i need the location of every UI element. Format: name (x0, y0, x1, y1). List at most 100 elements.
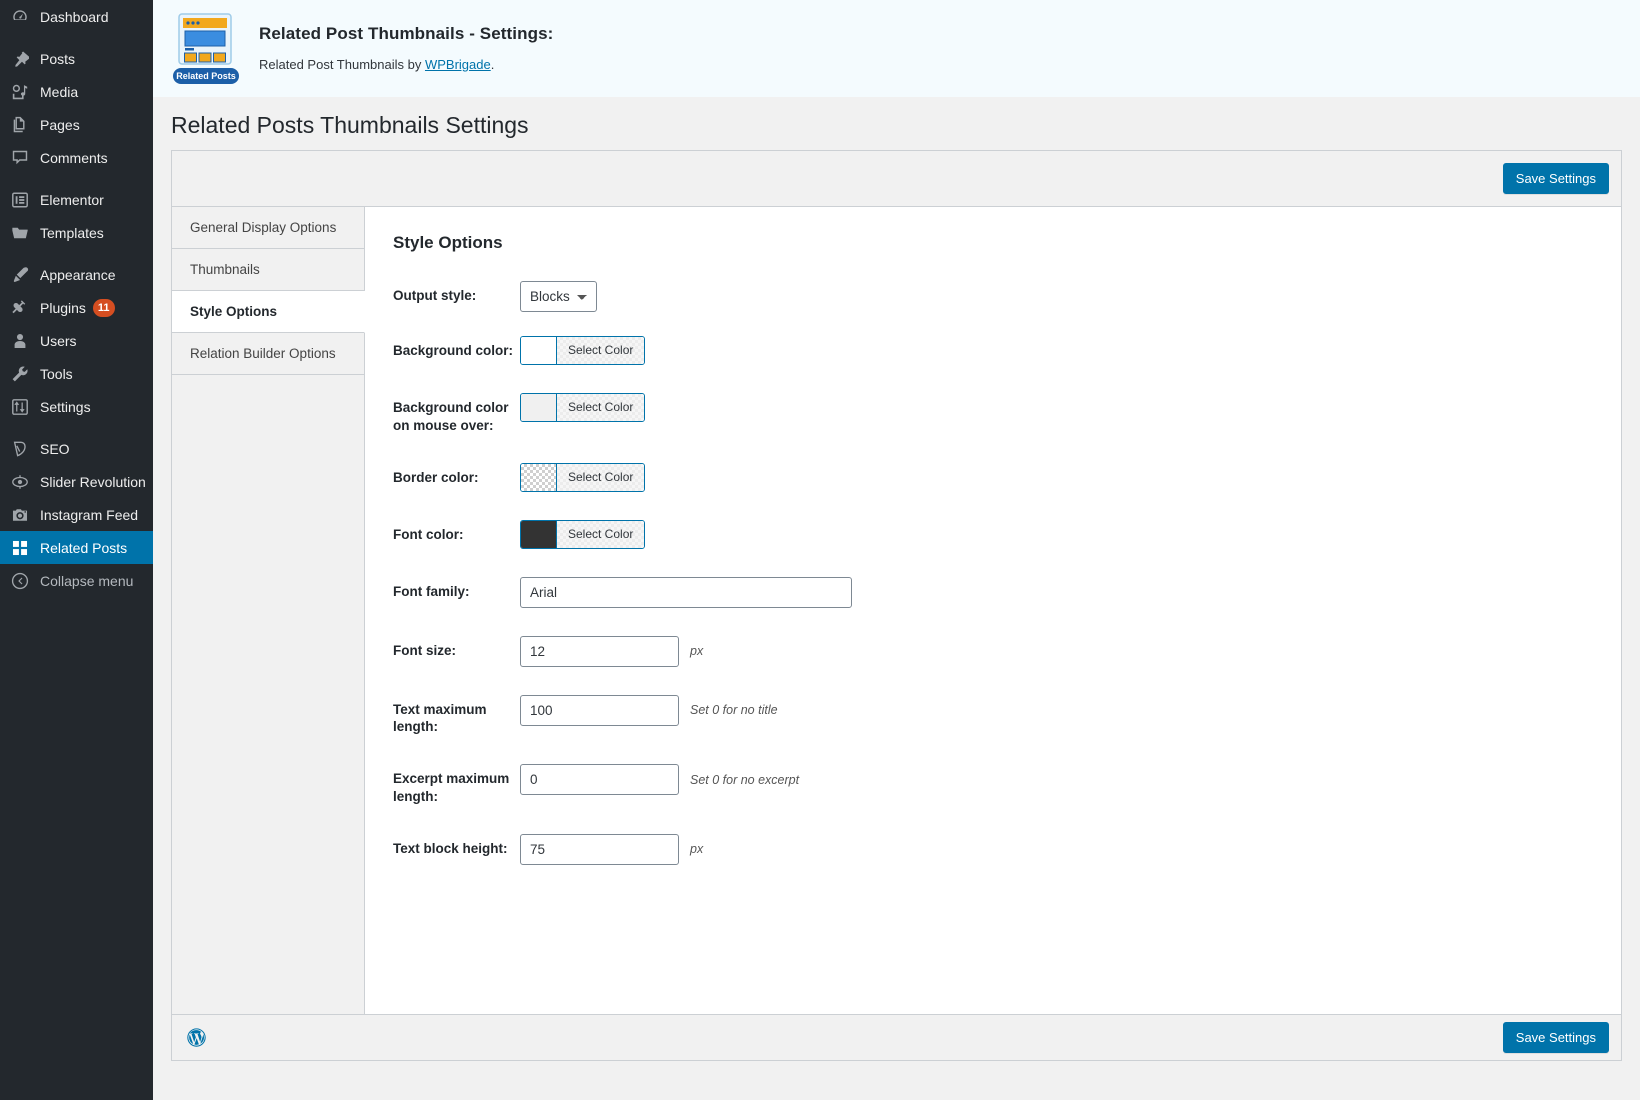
font-size-label: Font size: (393, 642, 456, 658)
font-color-picker[interactable]: Select Color (520, 519, 646, 549)
background-color-swatch (521, 336, 557, 364)
font-family-input[interactable] (520, 576, 852, 608)
user-icon (9, 330, 31, 352)
plugin-banner: Related Posts Related Post Thumbnails - … (153, 0, 1640, 97)
sidebar-item-seo[interactable]: SEO (0, 432, 153, 465)
sidebar-separator (0, 33, 153, 42)
folder-icon (9, 222, 31, 244)
sidebar-item-posts[interactable]: Posts (0, 42, 153, 75)
camera-icon (9, 504, 31, 526)
sidebar-item-templates[interactable]: Templates (0, 216, 153, 249)
text-block-height-unit: px (690, 842, 704, 857)
field-row-font-color: Font color: Select Color (393, 519, 1621, 549)
sidebar-item-dashboard[interactable]: Dashboard (0, 0, 153, 33)
collapse-menu-label: Collapse menu (40, 572, 134, 589)
save-settings-button-top[interactable]: Save Settings (1502, 162, 1609, 195)
plugin-subtitle-suffix: . (490, 57, 495, 72)
section-title: Style Options (393, 232, 503, 252)
wordpress-logo-icon (186, 1027, 207, 1048)
sidebar-item-label: SEO (40, 440, 70, 457)
sliders-icon (9, 396, 31, 418)
sidebar-item-comments[interactable]: Comments (0, 141, 153, 174)
background-color-hover-label: Background color on mouse over: (393, 399, 509, 433)
main-content: Related Posts Related Post Thumbnails - … (153, 0, 1640, 1100)
yoast-icon (9, 438, 31, 460)
brush-icon (9, 264, 31, 286)
dashboard-icon (9, 6, 31, 28)
background-color-hover-picker[interactable]: Select Color (520, 392, 646, 422)
save-settings-button-bottom[interactable]: Save Settings (1502, 1021, 1609, 1054)
sidebar-item-label: Media (40, 83, 79, 100)
bottom-spacer (153, 1061, 1640, 1083)
field-row-font-size: Font size: px (393, 635, 1621, 667)
background-color-picker[interactable]: Select Color (520, 335, 646, 365)
text-max-length-hint: Set 0 for no title (690, 703, 778, 718)
sidebar-item-label: Pages (40, 116, 80, 133)
field-row-output-style: Output style: BlocksListTable (393, 280, 1621, 312)
excerpt-max-length-hint: Set 0 for no excerpt (690, 772, 800, 787)
sidebar-item-pages[interactable]: Pages (0, 108, 153, 141)
text-max-length-input[interactable] (520, 694, 679, 726)
text-max-length-label: Text maximum length: (393, 701, 487, 735)
tab-relation-builder-options[interactable]: Relation Builder Options (172, 332, 364, 375)
elementor-icon (9, 189, 31, 211)
media-icon (9, 81, 31, 103)
tab-style-options[interactable]: Style Options (172, 290, 365, 333)
settings-form: Style Options Output style: BlocksListTa… (365, 206, 1621, 1014)
pages-icon (9, 114, 31, 136)
tab-general-display-options[interactable]: General Display Options (172, 206, 364, 249)
sidebar-item-appearance[interactable]: Appearance (0, 258, 153, 291)
sidebar-item-label: Settings (40, 398, 91, 415)
plugin-subtitle: Related Post Thumbnails by WPBrigade. (259, 57, 553, 72)
output-style-select[interactable]: BlocksListTable (520, 280, 597, 312)
font-size-input[interactable] (520, 635, 679, 667)
plugins-update-badge: 11 (92, 298, 115, 317)
font-color-swatch (521, 520, 557, 548)
admin-screen: Dashboard Posts Media Pages Comments Elemento… (0, 0, 1640, 1100)
font-color-button-label: Select Color (557, 520, 644, 548)
background-color-button-label: Select Color (557, 336, 644, 364)
sidebar-item-label: Dashboard (40, 8, 109, 25)
sidebar-item-tools[interactable]: Tools (0, 357, 153, 390)
font-size-unit: px (690, 644, 704, 659)
border-color-picker[interactable]: Select Color (520, 462, 646, 492)
plugin-subtitle-prefix: Related Post Thumbnails by (259, 57, 425, 72)
sidebar-item-label: Templates (40, 224, 104, 241)
sidebar-item-label: Appearance (40, 266, 116, 283)
admin-sidebar: Dashboard Posts Media Pages Comments Elemento… (0, 0, 153, 1100)
background-color-hover-swatch (521, 393, 557, 421)
plug-icon (9, 297, 31, 319)
sidebar-item-settings[interactable]: Settings (0, 390, 153, 423)
sidebar-item-media[interactable]: Media (0, 75, 153, 108)
collapse-menu-button[interactable]: Collapse menu (0, 564, 153, 597)
text-block-height-label: Text block height: (393, 840, 508, 856)
field-row-background-color-hover: Background color on mouse over: Select C… (393, 392, 1621, 435)
sidebar-item-slider-revolution[interactable]: Slider Revolution (0, 465, 153, 498)
field-row-background-color: Background color: Select Color (393, 335, 1621, 365)
sidebar-separator (0, 249, 153, 258)
sidebar-item-users[interactable]: Users (0, 324, 153, 357)
sidebar-item-related-posts[interactable]: Related Posts (0, 531, 153, 564)
grid-icon (9, 537, 31, 559)
sidebar-item-label: Users (40, 332, 77, 349)
tab-thumbnails[interactable]: Thumbnails (172, 248, 364, 291)
svg-text:Related Posts: Related Posts (176, 71, 236, 81)
settings-footer: Save Settings (172, 1013, 1621, 1060)
settings-toolbar-top: Save Settings (172, 150, 1621, 207)
text-block-height-input[interactable] (520, 833, 679, 865)
sidebar-item-elementor[interactable]: Elementor (0, 183, 153, 216)
collapse-arrow-icon (9, 570, 31, 592)
sidebar-item-label: Tools (40, 365, 73, 382)
excerpt-max-length-input[interactable] (520, 764, 679, 796)
sidebar-item-label: Elementor (40, 191, 104, 208)
field-row-border-color: Border color: Select Color (393, 462, 1621, 492)
sidebar-item-plugins[interactable]: Plugins 11 (0, 291, 153, 324)
sidebar-item-instagram-feed[interactable]: Instagram Feed (0, 498, 153, 531)
pin-icon (9, 48, 31, 70)
sidebar-item-label: Instagram Feed (40, 506, 139, 523)
wpbrigade-link[interactable]: WPBrigade (425, 57, 491, 72)
output-style-label: Output style: (393, 287, 477, 303)
settings-panel: Save Settings General Display Options Thu… (171, 149, 1622, 1061)
background-color-hover-button-label: Select Color (557, 393, 644, 421)
comments-icon (9, 147, 31, 169)
